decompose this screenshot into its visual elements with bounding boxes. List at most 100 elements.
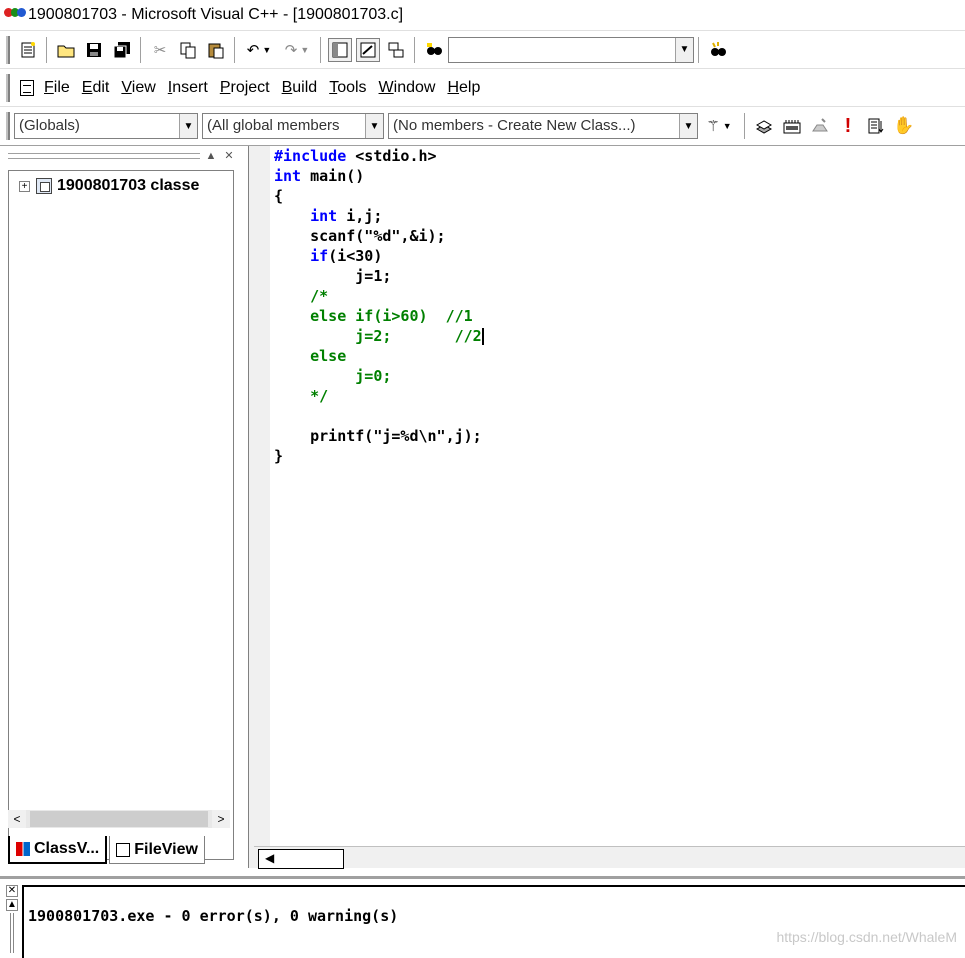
classview-icon (16, 842, 30, 856)
tree-root-label[interactable]: 1900801703 classe (57, 177, 199, 195)
chevron-down-icon[interactable]: ▼ (679, 114, 697, 138)
editor-scroll-box[interactable]: ◀ (258, 849, 344, 869)
paste-icon[interactable] (204, 38, 228, 62)
code-token: i,j; (337, 207, 383, 225)
tree-root[interactable]: + 1900801703 classe (19, 177, 199, 195)
code-line[interactable]: } (274, 446, 484, 466)
output-window-icon[interactable] (356, 37, 380, 62)
output-side-controls: ✕ ▲ (6, 885, 20, 955)
pane-splitter[interactable] (248, 146, 270, 868)
output-grip[interactable] (10, 913, 14, 953)
code-line[interactable]: if(i<30) (274, 246, 484, 266)
code-token: j=0; (274, 367, 392, 385)
scroll-left-icon[interactable]: < (8, 810, 26, 828)
redo-icon[interactable]: ↷ ▼ (280, 38, 314, 62)
code-line[interactable]: #include <stdio.h> (274, 146, 484, 166)
maximize-icon[interactable]: ▲ (6, 899, 18, 911)
go-icon[interactable] (864, 114, 888, 138)
code-line[interactable]: printf("j=%d\n",j); (274, 426, 484, 446)
find-input[interactable] (449, 38, 675, 62)
compile-icon[interactable] (752, 114, 776, 138)
toolbar-separator (414, 36, 416, 63)
execute-icon[interactable]: ! (836, 114, 860, 138)
menu-help[interactable]: Help (447, 79, 480, 97)
tab-fileview[interactable]: FileView (109, 836, 205, 864)
save-all-icon[interactable] (110, 38, 134, 62)
document-icon[interactable] (20, 79, 34, 96)
members-combo[interactable]: (All global members ▼ (202, 113, 384, 139)
code-line[interactable]: { (274, 186, 484, 206)
menu-window[interactable]: Window (379, 79, 436, 97)
chevron-down-icon[interactable]: ▼ (365, 114, 383, 138)
menu-project[interactable]: Project (220, 79, 270, 97)
breakpoint-hand-icon[interactable]: ✋ (892, 114, 916, 138)
maximize-icon[interactable]: ▲ (204, 150, 218, 164)
workspace-header: ▲ ✕ (4, 150, 240, 164)
scope-combo[interactable]: (Globals) ▼ (14, 113, 198, 139)
find-in-files-icon[interactable] (422, 38, 446, 62)
scroll-right-icon[interactable]: > (212, 810, 230, 828)
code-line[interactable]: /* (274, 286, 484, 306)
workspace-grip[interactable] (8, 153, 200, 159)
project-icon (36, 178, 52, 194)
code-line[interactable]: */ (274, 386, 484, 406)
close-icon[interactable]: ✕ (222, 150, 236, 164)
code-line[interactable]: int main() (274, 166, 484, 186)
build-icon[interactable] (780, 114, 804, 138)
menu-view[interactable]: View (121, 79, 155, 97)
code-line[interactable]: scanf("%d",&i); (274, 226, 484, 246)
output-text-area[interactable]: 1900801703.exe - 0 error(s), 0 warning(s… (22, 885, 965, 958)
tab-classview[interactable]: ClassV... (8, 836, 108, 864)
menubar-grip[interactable] (6, 73, 10, 102)
workspace-scrollbar[interactable]: < > (8, 810, 230, 828)
copy-icon[interactable] (176, 38, 200, 62)
wizardbar-grip[interactable] (6, 112, 10, 140)
code-line[interactable] (274, 406, 484, 426)
workspace-icon[interactable] (328, 37, 352, 62)
toolbar-separator (320, 36, 322, 63)
wizard-bar: (Globals) ▼ (All global members ▼ (No me… (0, 106, 965, 146)
editor-scrollbar[interactable]: ◀ (254, 846, 965, 869)
source-code[interactable]: #include <stdio.h> int main(){ int i,j; s… (274, 146, 484, 466)
code-line[interactable]: j=2; //2 (274, 326, 484, 346)
class-tree[interactable]: + 1900801703 classe (8, 170, 234, 860)
wizard-action-icon[interactable]: ⚚ ▼ (700, 114, 738, 138)
window-list-icon[interactable] (384, 38, 408, 62)
menu-build[interactable]: Build (282, 79, 318, 97)
scroll-left-icon[interactable]: ◀ (265, 851, 274, 865)
output-pane: ✕ ▲ 1900801703.exe - 0 error(s), 0 warni… (0, 876, 965, 958)
text-caret (481, 328, 484, 345)
chevron-down-icon[interactable]: ▼ (675, 37, 693, 62)
menu-tools[interactable]: Tools (329, 79, 366, 97)
toolbar-separator (234, 36, 236, 63)
code-editor[interactable]: #include <stdio.h> int main(){ int i,j; s… (270, 146, 965, 846)
code-token: /* (274, 287, 329, 305)
find-combo[interactable]: ▼ (448, 36, 694, 63)
menu-edit[interactable]: Edit (82, 79, 110, 97)
undo-icon[interactable]: ↶ ▼ (242, 38, 276, 62)
standard-toolbar: ✂ ↶ ▼ ↷ ▼ ▼ (0, 30, 965, 68)
stop-build-icon[interactable] (808, 114, 832, 138)
open-folder-icon[interactable] (54, 38, 78, 62)
menu-insert[interactable]: Insert (168, 79, 208, 97)
toolbar-grip[interactable] (6, 35, 10, 64)
cut-icon[interactable]: ✂ (148, 38, 172, 62)
expand-icon[interactable]: + (19, 180, 30, 192)
chevron-down-icon[interactable]: ▼ (179, 114, 197, 138)
close-icon[interactable]: ✕ (6, 885, 18, 897)
code-token: } (274, 447, 284, 465)
code-line[interactable]: j=0; (274, 366, 484, 386)
code-line[interactable]: j=1; (274, 266, 484, 286)
code-token: scanf("%d",&i); (274, 227, 446, 245)
save-icon[interactable] (82, 38, 106, 62)
code-line[interactable]: int i,j; (274, 206, 484, 226)
tab-fileview-label: FileView (134, 840, 198, 858)
scroll-thumb[interactable] (30, 811, 208, 827)
code-line[interactable]: else if(i>60) //1 (274, 306, 484, 326)
menu-file[interactable]: File (44, 79, 70, 97)
find-icon[interactable] (706, 38, 730, 62)
new-text-file-icon[interactable] (16, 38, 40, 62)
code-line[interactable]: else (274, 346, 484, 366)
functions-combo[interactable]: (No members - Create New Class...) ▼ (388, 113, 698, 139)
